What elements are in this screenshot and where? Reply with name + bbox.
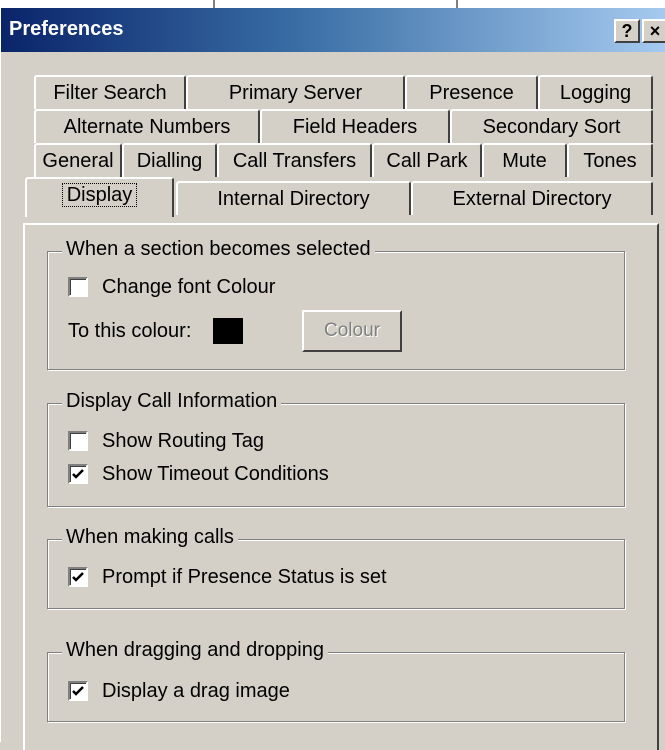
tab-presence[interactable]: Presence	[405, 75, 538, 109]
to-this-colour-label: To this colour:	[68, 319, 192, 342]
change-font-colour-label: Change font Colour	[102, 275, 276, 298]
tab-mute[interactable]: Mute	[482, 143, 567, 177]
checkmark-icon	[72, 572, 84, 582]
section-selected-title: When a section becomes selected	[62, 238, 375, 261]
show-routing-tag-checkbox[interactable]	[68, 431, 88, 451]
dragging-group: When dragging and dropping Display a dra…	[47, 639, 625, 722]
tab-general[interactable]: General	[34, 143, 122, 177]
close-button[interactable]: ×	[642, 19, 665, 43]
display-drag-image-checkbox[interactable]	[68, 681, 88, 701]
show-routing-tag-label: Show Routing Tag	[102, 429, 264, 452]
tab-call-transfers[interactable]: Call Transfers	[217, 143, 372, 177]
tab-call-park[interactable]: Call Park	[372, 143, 482, 177]
display-drag-image-row[interactable]: Display a drag image	[68, 678, 290, 704]
checkmark-icon	[72, 686, 84, 696]
display-drag-image-label: Display a drag image	[102, 679, 290, 702]
show-timeout-conditions-label: Show Timeout Conditions	[102, 462, 329, 485]
colour-swatch	[213, 318, 244, 344]
tab-internal-directory[interactable]: Internal Directory	[176, 181, 411, 215]
tab-external-directory[interactable]: External Directory	[411, 181, 653, 215]
call-info-group: Display Call Information Show Routing Ta…	[47, 390, 625, 507]
making-calls-group: When making calls Prompt if Presence Sta…	[47, 526, 625, 609]
preferences-dialog: Preferences ? × Filter Search Primary Se…	[0, 8, 665, 750]
tab-filter-search[interactable]: Filter Search	[34, 75, 186, 109]
prompt-presence-checkbox[interactable]	[68, 567, 88, 587]
tab-alternate-numbers[interactable]: Alternate Numbers	[34, 109, 260, 143]
window-title: Preferences	[9, 18, 124, 40]
change-font-colour-row[interactable]: Change font Colour	[68, 274, 275, 300]
section-selected-group: When a section becomes selected Change f…	[47, 238, 625, 370]
show-routing-tag-row[interactable]: Show Routing Tag	[68, 428, 264, 454]
tab-primary-server[interactable]: Primary Server	[186, 75, 405, 109]
tab-tones[interactable]: Tones	[567, 143, 653, 177]
tab-display-label: Display	[61, 183, 138, 207]
colour-button[interactable]: Colour	[302, 310, 402, 352]
dragging-title: When dragging and dropping	[62, 639, 328, 662]
display-tab-panel: When a section becomes selected Change f…	[23, 223, 659, 750]
tab-display[interactable]: Display	[25, 177, 174, 217]
making-calls-title: When making calls	[62, 526, 238, 549]
change-font-colour-checkbox[interactable]	[68, 277, 88, 297]
help-button[interactable]: ?	[614, 19, 640, 43]
tab-secondary-sort[interactable]: Secondary Sort	[450, 109, 653, 143]
show-timeout-conditions-checkbox[interactable]	[68, 464, 88, 484]
tab-logging[interactable]: Logging	[538, 75, 653, 109]
prompt-presence-label: Prompt if Presence Status is set	[102, 565, 387, 588]
title-bar[interactable]: Preferences ? ×	[1, 8, 665, 52]
tab-dialling[interactable]: Dialling	[122, 143, 217, 177]
tab-field-headers[interactable]: Field Headers	[260, 109, 450, 143]
prompt-presence-row[interactable]: Prompt if Presence Status is set	[68, 564, 387, 590]
checkmark-icon	[72, 469, 84, 479]
to-this-colour-row: To this colour:	[68, 318, 244, 344]
call-info-title: Display Call Information	[62, 390, 282, 413]
show-timeout-conditions-row[interactable]: Show Timeout Conditions	[68, 461, 329, 487]
